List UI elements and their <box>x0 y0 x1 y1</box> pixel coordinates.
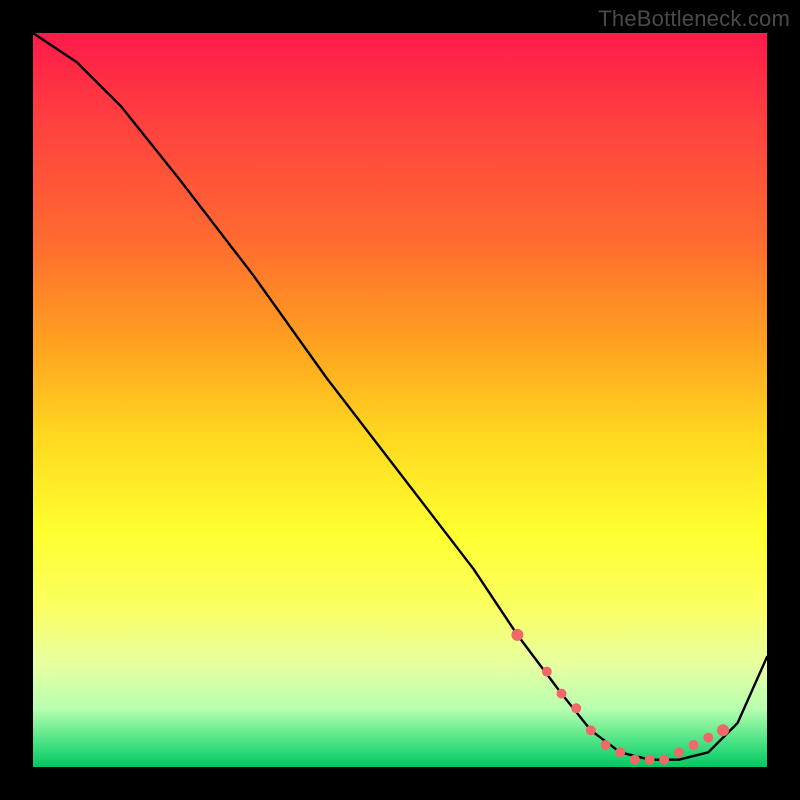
marker-dot <box>511 629 523 641</box>
marker-dot <box>601 740 611 750</box>
marker-dot <box>586 725 596 735</box>
marker-dot <box>571 703 581 713</box>
marker-dot <box>542 667 552 677</box>
marker-dot <box>717 724 729 736</box>
chart-frame: TheBottleneck.com <box>0 0 800 800</box>
marker-dot <box>630 755 640 765</box>
watermark-text: TheBottleneck.com <box>598 6 790 32</box>
chart-svg <box>33 33 767 767</box>
flat-region-markers <box>511 629 729 765</box>
marker-dot <box>659 755 669 765</box>
chart-plot-area <box>33 33 767 767</box>
marker-dot <box>557 689 567 699</box>
marker-dot <box>689 740 699 750</box>
marker-dot <box>615 747 625 757</box>
marker-dot <box>703 733 713 743</box>
marker-dot <box>645 755 655 765</box>
marker-dot <box>674 747 684 757</box>
bottleneck-curve <box>33 33 767 760</box>
